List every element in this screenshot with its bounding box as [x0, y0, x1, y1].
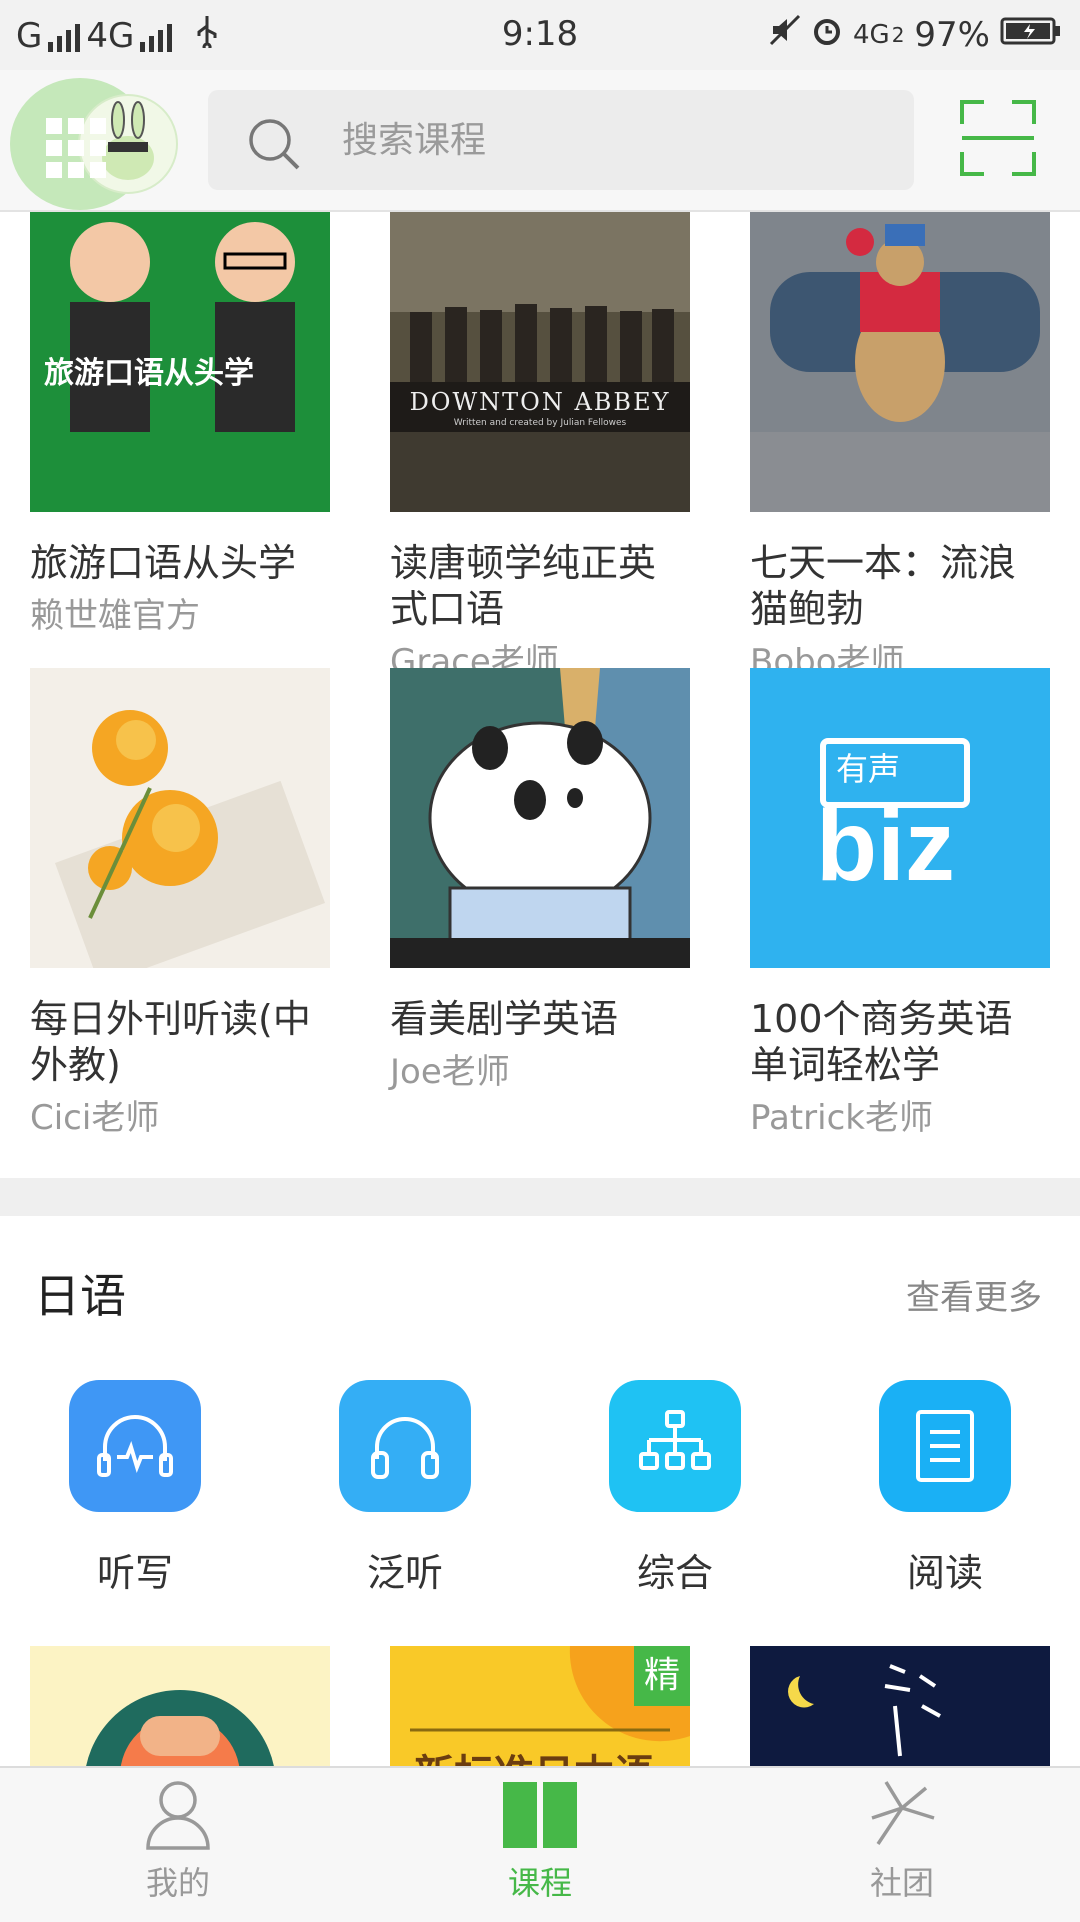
category-label: 阅读: [906, 1551, 983, 1595]
category-dictation[interactable]: 听写: [35, 1380, 235, 1597]
course-thumbnail: 有声 biz: [750, 668, 1050, 968]
thumbnail-badge: 有声: [836, 750, 901, 788]
course-thumbnail: [750, 212, 1050, 512]
course-grid-row3: 精 新标准日本语: [30, 1646, 1050, 1766]
course-author: 赖世雄官方: [30, 596, 200, 636]
course-title: 旅游口语从头学: [30, 541, 297, 585]
category-reading[interactable]: 阅读: [845, 1380, 1045, 1597]
course-card[interactable]: DOWNTON ABBEY Written and created by Jul…: [390, 212, 690, 684]
course-title: 100个商务英语单词轻松学: [750, 997, 1013, 1087]
course-thumbnail: 旅游口语从头学: [30, 212, 330, 512]
tab-courses[interactable]: 课程: [440, 1778, 640, 1904]
course-grid-row1: 旅游口语从头学 旅游口语从头学 赖世雄官方 DOWNTON ABBEY Writ…: [30, 212, 1050, 684]
tab-community[interactable]: 社团: [802, 1778, 1002, 1904]
category-label: 综合: [636, 1551, 713, 1595]
course-card[interactable]: 有声 biz 100个商务英语单词轻松学 Patrick老师: [750, 668, 1050, 1140]
section-title: 日语: [34, 1269, 126, 1323]
view-more-link[interactable]: 查看更多: [906, 1270, 1042, 1319]
course-card[interactable]: 每日外刊听读(中外教) Cici老师: [30, 668, 330, 1140]
search-input[interactable]: [340, 114, 884, 166]
course-thumbnail[interactable]: [30, 1646, 330, 1766]
category-label: 听写: [96, 1551, 173, 1595]
menu-grid-icon: [46, 118, 106, 178]
course-author: Joe老师: [390, 1052, 510, 1092]
course-thumbnail[interactable]: 精 新标准日本语: [390, 1646, 690, 1766]
battery-icon: [1000, 15, 1062, 55]
person-icon: [146, 1781, 210, 1850]
mute-icon: [769, 14, 801, 55]
course-author: Patrick老师: [750, 1098, 933, 1138]
course-thumbnail[interactable]: [750, 1646, 1050, 1766]
category-comprehensive[interactable]: 综合: [575, 1380, 775, 1597]
community-icon: [871, 1781, 935, 1845]
course-thumbnail: [30, 668, 330, 968]
hierarchy-icon: [609, 1380, 741, 1512]
top-bar: [0, 70, 1080, 212]
battery-percent: 97%: [914, 14, 990, 55]
thumbnail-word: biz: [816, 790, 955, 902]
network-label-2: 4G: [852, 19, 890, 50]
scan-icon[interactable]: [960, 100, 1036, 176]
book-icon: [503, 1782, 577, 1848]
course-author: Cici老师: [30, 1098, 160, 1138]
thumbnail-partial-title: 新标准日本语: [414, 1742, 654, 1766]
sim-label: 2: [891, 22, 905, 47]
course-card[interactable]: 看美剧学英语 Joe老师: [390, 668, 690, 1140]
course-card[interactable]: 七天一本：流浪猫鲍勃 Bobo老师: [750, 212, 1050, 684]
category-label: 泛听: [366, 1551, 443, 1595]
tab-mine[interactable]: 我的: [78, 1778, 278, 1904]
section-header: 日语 查看更多: [0, 1260, 1080, 1330]
category-row: 听写 泛听 综合 阅读: [0, 1380, 1080, 1610]
headphones-icon: [339, 1380, 471, 1512]
avatar-button[interactable]: [10, 78, 178, 210]
status-right: 4G 2 97%: [769, 14, 1062, 55]
course-thumbnail: DOWNTON ABBEY Written and created by Jul…: [390, 212, 690, 512]
bottom-tab-bar: 我的 课程 社团: [0, 1766, 1080, 1922]
thumbnail-subcaption: Written and created by Julian Fellowes: [453, 418, 627, 428]
section-separator: [0, 1178, 1080, 1216]
course-title: 读唐顿学纯正英式口语: [390, 541, 657, 631]
course-title: 七天一本：流浪猫鲍勃: [750, 541, 1017, 631]
course-card[interactable]: 旅游口语从头学 旅游口语从头学 赖世雄官方: [30, 212, 330, 684]
course-title: 每日外刊听读(中外教): [30, 997, 311, 1087]
tab-label: 课程: [507, 1864, 572, 1902]
search-icon: [246, 116, 302, 176]
tab-label: 我的: [145, 1864, 210, 1902]
tab-label: 社团: [869, 1864, 934, 1902]
category-extensive-listening[interactable]: 泛听: [305, 1380, 505, 1597]
document-icon: [879, 1380, 1011, 1512]
course-title: 看美剧学英语: [390, 997, 619, 1041]
search-bar[interactable]: [208, 90, 914, 190]
waveform-headphones-icon: [69, 1380, 201, 1512]
status-bar: G 4G 9:18 4G 2 97%: [0, 0, 1080, 70]
course-thumbnail: [390, 668, 690, 968]
thumbnail-caption: DOWNTON ABBEY: [409, 388, 671, 416]
thumbnail-caption: 旅游口语从头学: [44, 356, 254, 391]
course-grid-row2: 每日外刊听读(中外教) Cici老师 看美剧学英语 Joe老师 有声 biz 1…: [30, 668, 1050, 1140]
alarm-icon: [811, 14, 843, 55]
featured-badge: 精: [634, 1646, 690, 1706]
